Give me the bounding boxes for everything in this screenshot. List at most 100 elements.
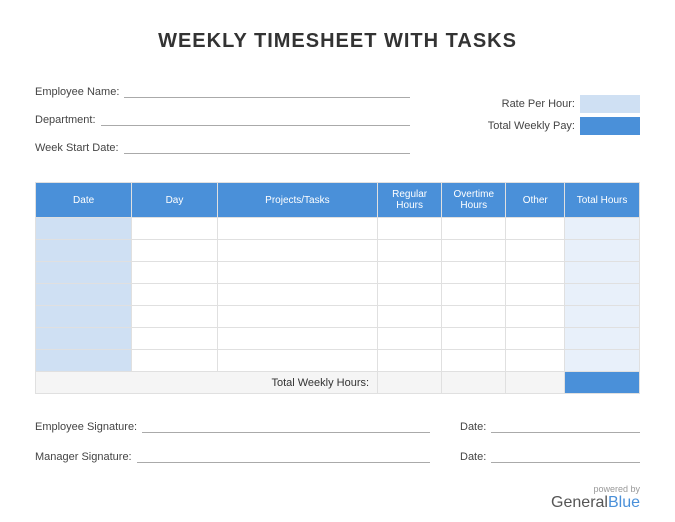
ot-cell[interactable] — [442, 218, 506, 240]
reg-cell[interactable] — [378, 350, 442, 372]
total-hours-final — [565, 372, 640, 394]
employee-sig-field: Employee Signature: — [35, 419, 460, 433]
day-cell[interactable] — [132, 306, 218, 328]
week-start-input[interactable] — [124, 140, 410, 154]
table-row — [36, 240, 640, 262]
manager-sig-label: Manager Signature: — [35, 451, 137, 463]
day-cell[interactable] — [132, 328, 218, 350]
manager-sig-field: Manager Signature: — [35, 449, 460, 463]
total-cell — [565, 350, 640, 372]
timesheet-table: Date Day Projects/Tasks Regular Hours Ov… — [35, 182, 640, 394]
rate-label: Rate Per Hour: — [502, 98, 580, 110]
other-cell[interactable] — [506, 262, 565, 284]
total-pay-row: Total Weekly Pay: — [450, 116, 640, 136]
ot-cell[interactable] — [442, 350, 506, 372]
total-cell — [565, 262, 640, 284]
reg-cell[interactable] — [378, 262, 442, 284]
week-start-row: Week Start Date: — [35, 134, 410, 154]
employee-name-label: Employee Name: — [35, 86, 124, 98]
header-fields: Employee Name: Department: Week Start Da… — [35, 78, 640, 162]
col-other: Other — [506, 183, 565, 218]
day-cell[interactable] — [132, 262, 218, 284]
reg-cell[interactable] — [378, 306, 442, 328]
left-fields: Employee Name: Department: Week Start Da… — [35, 78, 450, 162]
tasks-cell[interactable] — [217, 240, 377, 262]
tasks-cell[interactable] — [217, 350, 377, 372]
department-input[interactable] — [101, 112, 410, 126]
total-cell — [565, 218, 640, 240]
date-cell[interactable] — [36, 328, 132, 350]
col-reg: Regular Hours — [378, 183, 442, 218]
tasks-cell[interactable] — [217, 218, 377, 240]
table-row — [36, 350, 640, 372]
ot-cell[interactable] — [442, 284, 506, 306]
table-row — [36, 218, 640, 240]
ot-cell[interactable] — [442, 306, 506, 328]
reg-cell[interactable] — [378, 240, 442, 262]
date-cell[interactable] — [36, 306, 132, 328]
tasks-cell[interactable] — [217, 328, 377, 350]
other-cell[interactable] — [506, 284, 565, 306]
tasks-cell[interactable] — [217, 262, 377, 284]
employee-name-input[interactable] — [124, 84, 410, 98]
total-ot — [442, 372, 506, 394]
table-row — [36, 328, 640, 350]
other-cell[interactable] — [506, 240, 565, 262]
day-cell[interactable] — [132, 240, 218, 262]
col-ot: Overtime Hours — [442, 183, 506, 218]
manager-sig-input[interactable] — [137, 449, 430, 463]
brand-part2: Blue — [608, 494, 640, 511]
employee-sig-date-label: Date: — [460, 421, 491, 433]
table-row — [36, 262, 640, 284]
table-row — [36, 284, 640, 306]
employee-sig-date-input[interactable] — [491, 419, 640, 433]
employee-sig-date-field: Date: — [460, 419, 640, 433]
employee-sig-input[interactable] — [142, 419, 430, 433]
day-cell[interactable] — [132, 284, 218, 306]
manager-sig-date-input[interactable] — [491, 449, 640, 463]
manager-sig-date-field: Date: — [460, 449, 640, 463]
ot-cell[interactable] — [442, 262, 506, 284]
reg-cell[interactable] — [378, 328, 442, 350]
page-title: WEEKLY TIMESHEET WITH TASKS — [35, 30, 640, 53]
date-cell[interactable] — [36, 350, 132, 372]
day-cell[interactable] — [132, 350, 218, 372]
rate-input[interactable] — [580, 95, 640, 113]
date-cell[interactable] — [36, 240, 132, 262]
rate-row: Rate Per Hour: — [450, 94, 640, 114]
date-cell[interactable] — [36, 218, 132, 240]
reg-cell[interactable] — [378, 284, 442, 306]
footer: powered by GeneralBlue — [551, 484, 640, 512]
other-cell[interactable] — [506, 350, 565, 372]
manager-sig-date-label: Date: — [460, 451, 491, 463]
date-cell[interactable] — [36, 284, 132, 306]
total-cell — [565, 328, 640, 350]
department-label: Department: — [35, 114, 101, 126]
tasks-cell[interactable] — [217, 284, 377, 306]
reg-cell[interactable] — [378, 218, 442, 240]
col-date: Date — [36, 183, 132, 218]
other-cell[interactable] — [506, 306, 565, 328]
total-pay-label: Total Weekly Pay: — [488, 120, 580, 132]
date-cell[interactable] — [36, 262, 132, 284]
ot-cell[interactable] — [442, 240, 506, 262]
ot-cell[interactable] — [442, 328, 506, 350]
total-weekly-row: Total Weekly Hours: — [36, 372, 640, 394]
day-cell[interactable] — [132, 218, 218, 240]
right-fields: Rate Per Hour: Total Weekly Pay: — [450, 78, 640, 162]
brand-part1: General — [551, 494, 608, 511]
total-cell — [565, 284, 640, 306]
total-cell — [565, 240, 640, 262]
week-start-label: Week Start Date: — [35, 142, 124, 154]
powered-by-label: powered by — [551, 484, 640, 494]
tasks-cell[interactable] — [217, 306, 377, 328]
other-cell[interactable] — [506, 328, 565, 350]
total-cell — [565, 306, 640, 328]
total-other — [506, 372, 565, 394]
other-cell[interactable] — [506, 218, 565, 240]
col-day: Day — [132, 183, 218, 218]
employee-sig-label: Employee Signature: — [35, 421, 142, 433]
signature-section: Employee Signature: Date: Manager Signat… — [35, 419, 640, 463]
total-pay-value — [580, 117, 640, 135]
col-tasks: Projects/Tasks — [217, 183, 377, 218]
